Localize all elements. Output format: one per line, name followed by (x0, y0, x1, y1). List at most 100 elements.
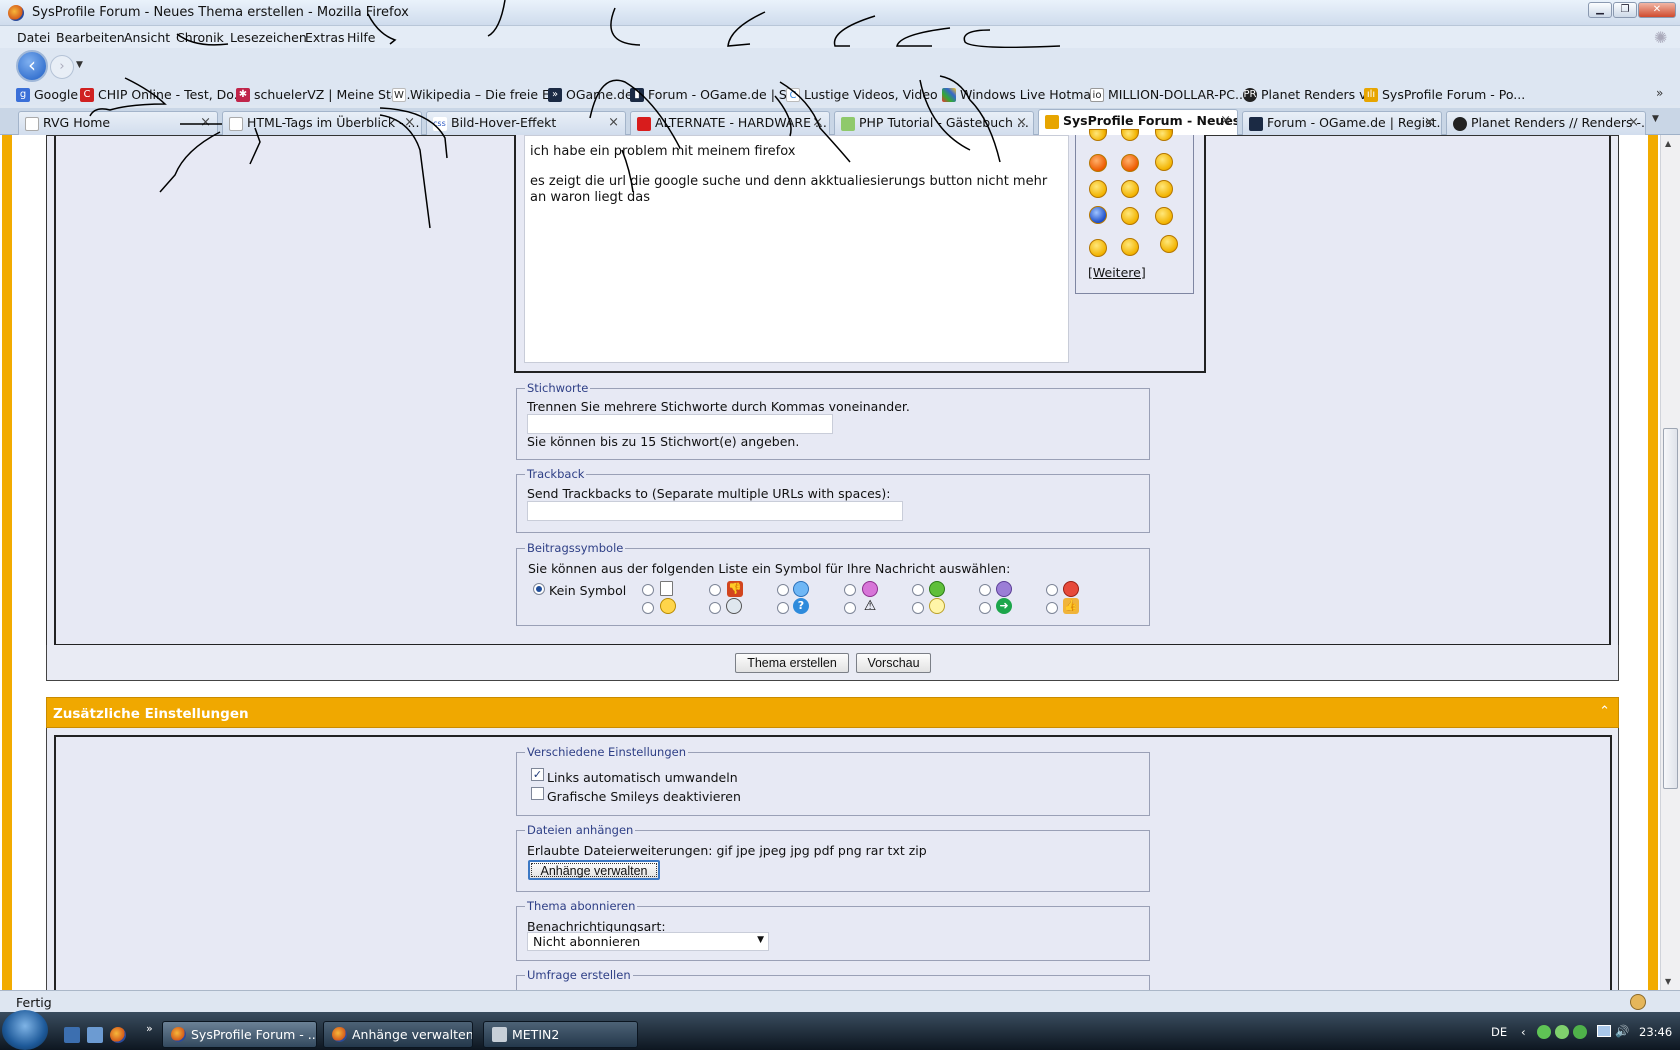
bookmark-google[interactable]: g Google (16, 87, 78, 102)
post-icon-radio[interactable] (844, 602, 856, 614)
scroll-down-icon[interactable]: ▼ (1665, 977, 1671, 986)
smilie-icon[interactable] (1155, 153, 1173, 171)
tab-alternate[interactable]: ALTERNATE - HARDWARE ... × (630, 111, 830, 135)
bookmark-videos[interactable]: C Lustige Videos, Video ... (786, 87, 954, 102)
language-indicator[interactable]: DE (1491, 1025, 1507, 1039)
smilie-icon[interactable] (1155, 207, 1173, 225)
more-smilies-link[interactable]: [Weitere] (1088, 265, 1146, 280)
disable-smilies-checkbox[interactable] (531, 787, 544, 800)
close-tab-icon[interactable]: × (200, 115, 211, 130)
smilie-icon[interactable] (1121, 207, 1139, 225)
firefox-quicklaunch-icon[interactable] (110, 1027, 126, 1043)
post-icon-radio[interactable] (642, 584, 654, 596)
menu-ansicht[interactable]: Ansicht (124, 30, 170, 45)
post-icon-radio[interactable] (709, 602, 721, 614)
tab-html-tags[interactable]: HTML-Tags im Überblick - ... × (222, 111, 422, 135)
smilie-icon[interactable] (1121, 154, 1139, 172)
post-icon-radio[interactable] (777, 602, 789, 614)
smilie-icon[interactable] (1155, 180, 1173, 198)
post-icon-radio[interactable] (912, 584, 924, 596)
post-icon-radio[interactable] (642, 602, 654, 614)
messenger-icon[interactable] (1537, 1025, 1551, 1039)
message-textarea[interactable]: ich habe ein problem mit meinem firefox … (524, 135, 1069, 363)
vertical-scrollbar[interactable]: ▲ ▼ (1660, 135, 1680, 990)
minimize-button[interactable]: ▁ (1588, 2, 1612, 18)
menu-datei[interactable]: Datei (17, 30, 50, 45)
smilie-icon[interactable] (1089, 206, 1107, 224)
post-icon-radio[interactable] (979, 584, 991, 596)
bookmark-planet-renders[interactable]: PR Planet Renders v3 (1243, 87, 1375, 102)
bookmark-ogame[interactable]: » OGame.de (548, 87, 633, 102)
close-tab-icon[interactable]: × (608, 115, 619, 130)
smilie-icon[interactable] (1121, 238, 1139, 256)
menu-bearbeiten[interactable]: Bearbeiten (56, 30, 125, 45)
bookmark-hotmail[interactable]: Windows Live Hotmail (942, 87, 1098, 102)
auto-links-checkbox[interactable]: ✓ (531, 768, 544, 781)
tab-ogame-forum[interactable]: Forum - OGame.de | Regist... × (1242, 111, 1442, 135)
menu-extras[interactable]: Extras (305, 30, 345, 45)
tab-php-tutorial[interactable]: PHP Tutorial - Gästebuch ... × (834, 111, 1034, 135)
tray-expand-icon[interactable]: ‹ (1521, 1025, 1526, 1039)
trackback-input[interactable] (527, 501, 903, 521)
tab-rvg-home[interactable]: RVG Home × (18, 111, 218, 135)
bookmark-sysprofile[interactable]: ılı SysProfile Forum - Po... (1364, 87, 1525, 102)
smilie-icon[interactable] (1160, 235, 1178, 253)
tab-planet-renders[interactable]: Planet Renders // Renders -... × (1446, 111, 1646, 135)
extra-settings-header[interactable]: Zusätzliche Einstellungen ⌃ (46, 697, 1619, 728)
close-tab-icon[interactable]: × (1628, 115, 1639, 130)
menu-hilfe[interactable]: Hilfe (347, 30, 375, 45)
scroll-up-icon[interactable]: ▲ (1665, 139, 1671, 148)
smilie-icon[interactable] (1121, 180, 1139, 198)
quicklaunch-overflow-icon[interactable]: » (146, 1022, 153, 1035)
skype-icon[interactable] (1573, 1025, 1587, 1039)
forward-button[interactable]: › (50, 55, 74, 79)
menu-chronik[interactable]: Chronik (176, 30, 224, 45)
taskbar-attachments[interactable]: Anhänge verwalten ... (323, 1021, 473, 1048)
post-icon-radio[interactable] (1046, 584, 1058, 596)
post-icon-radio[interactable] (912, 602, 924, 614)
preview-button[interactable]: Vorschau (856, 653, 931, 673)
close-tab-icon[interactable]: × (404, 115, 415, 130)
post-icon-none-radio[interactable] (533, 583, 545, 595)
volume-icon[interactable]: 🔊 (1615, 1024, 1629, 1038)
post-icon-radio[interactable] (844, 584, 856, 596)
menu-lesezeichen[interactable]: Lesezeichen (230, 30, 307, 45)
history-dropdown-icon[interactable]: ▼ (76, 60, 83, 70)
smilie-icon[interactable] (1089, 154, 1107, 172)
post-icon-radio[interactable] (709, 584, 721, 596)
bookmark-ogame-forum[interactable]: ▮ Forum - OGame.de | S... (630, 87, 799, 102)
start-button[interactable] (2, 1010, 48, 1050)
scrollbar-thumb[interactable] (1663, 428, 1678, 789)
close-tab-icon[interactable]: × (1220, 113, 1231, 128)
bookmark-schuelervz[interactable]: ✱ schuelerVZ | Meine Sta... (236, 87, 410, 102)
maximize-button[interactable]: ❐ (1613, 2, 1637, 18)
taskbar-metin2[interactable]: METIN2 (483, 1021, 638, 1048)
collapse-icon[interactable]: ⌃ (1599, 704, 1610, 719)
tab-list-dropdown-icon[interactable]: ▼ (1652, 114, 1659, 124)
close-tab-icon[interactable]: × (1424, 115, 1435, 130)
tab-bild-hover[interactable]: css Bild-Hover-Effekt × (426, 111, 626, 135)
close-tab-icon[interactable]: × (1016, 115, 1027, 130)
show-desktop-icon[interactable] (64, 1027, 80, 1043)
bookmark-milliondollar[interactable]: io MILLION-DOLLAR-PC.... (1090, 87, 1251, 102)
bookmark-wikipedia[interactable]: W Wikipedia – Die freie E... (392, 87, 562, 102)
switch-windows-icon[interactable] (87, 1027, 103, 1043)
network-icon[interactable] (1597, 1025, 1611, 1037)
post-icon-radio[interactable] (1046, 602, 1058, 614)
bookmarks-overflow-icon[interactable]: » (1656, 86, 1663, 100)
close-tab-icon[interactable]: × (812, 115, 823, 130)
manage-attachments-button[interactable]: Anhänge verwalten (528, 860, 660, 880)
post-icon-radio[interactable] (979, 602, 991, 614)
smilie-icon[interactable] (1089, 239, 1107, 257)
close-window-button[interactable]: ✕ (1638, 2, 1676, 18)
back-button[interactable]: ‹ (16, 50, 48, 82)
clock[interactable]: 23:46 (1639, 1025, 1672, 1039)
tags-input[interactable] (527, 414, 833, 434)
bookmark-chip[interactable]: C CHIP Online - Test, Do... (80, 87, 246, 102)
create-thread-button[interactable]: Thema erstellen (735, 653, 849, 673)
smilie-icon[interactable] (1089, 180, 1107, 198)
addon-icon[interactable] (1630, 994, 1646, 1010)
taskbar-sysprofile[interactable]: SysProfile Forum - ... (162, 1021, 317, 1048)
icq-icon[interactable] (1555, 1025, 1569, 1039)
notification-type-select[interactable]: Nicht abonnieren ▼ (527, 932, 769, 951)
